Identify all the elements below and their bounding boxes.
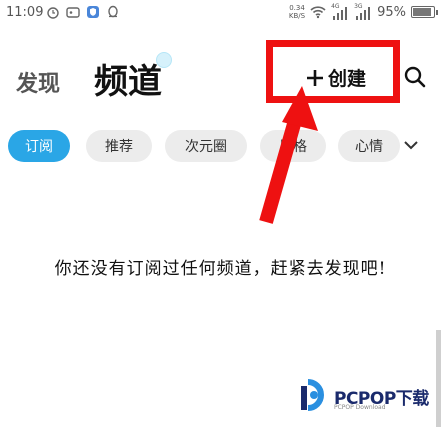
search-icon[interactable]	[404, 66, 426, 88]
chip-style[interactable]: 风格	[260, 130, 326, 162]
watermark-subtitle: PCPOP Download	[334, 404, 386, 411]
alarm-icon	[47, 7, 59, 19]
tab-indicator-dot	[156, 52, 172, 68]
wifi-icon	[310, 6, 326, 19]
scrollbar	[436, 330, 441, 427]
chip-subscribed[interactable]: 订阅	[8, 130, 70, 162]
chip-recommended[interactable]: 推荐	[86, 130, 152, 162]
watermark-logo: PCPOP下载 PCPOP Download	[298, 378, 438, 422]
plus-icon	[307, 69, 323, 86]
create-button[interactable]: 创建	[306, 64, 366, 91]
status-time: 11:09	[6, 5, 44, 20]
notification-app-icon	[66, 7, 80, 18]
chip-dimension-circle[interactable]: 次元圈	[165, 130, 247, 162]
pcpop-logo-icon	[301, 379, 324, 411]
cellular-signal-1-icon: 4G	[331, 3, 349, 20]
chevron-down-icon[interactable]	[404, 140, 418, 150]
battery-percent: 95%	[377, 4, 406, 20]
chip-mood[interactable]: 心情	[338, 130, 400, 162]
create-button-label: 创建	[328, 68, 367, 90]
cellular-signal-2-icon: 3G	[354, 3, 372, 20]
battery-level	[413, 8, 432, 16]
status-bar: 11:09 0.34 KB/S 4G 3G 95%	[0, 0, 441, 28]
battery-icon	[411, 6, 438, 18]
category-tabs: 订阅 推荐 次元圈 风格 心情	[0, 128, 441, 166]
header: 发现 频道 创建	[0, 40, 441, 110]
qq-icon	[108, 5, 118, 18]
tab-channel[interactable]: 频道	[94, 54, 162, 103]
network-speed: 0.34 KB/S	[288, 4, 306, 20]
shield-app-icon	[87, 6, 99, 18]
tab-discover[interactable]: 发现	[16, 66, 60, 98]
empty-state-message: 你还没有订阅过任何频道，赶紧去发现吧!	[54, 259, 387, 279]
